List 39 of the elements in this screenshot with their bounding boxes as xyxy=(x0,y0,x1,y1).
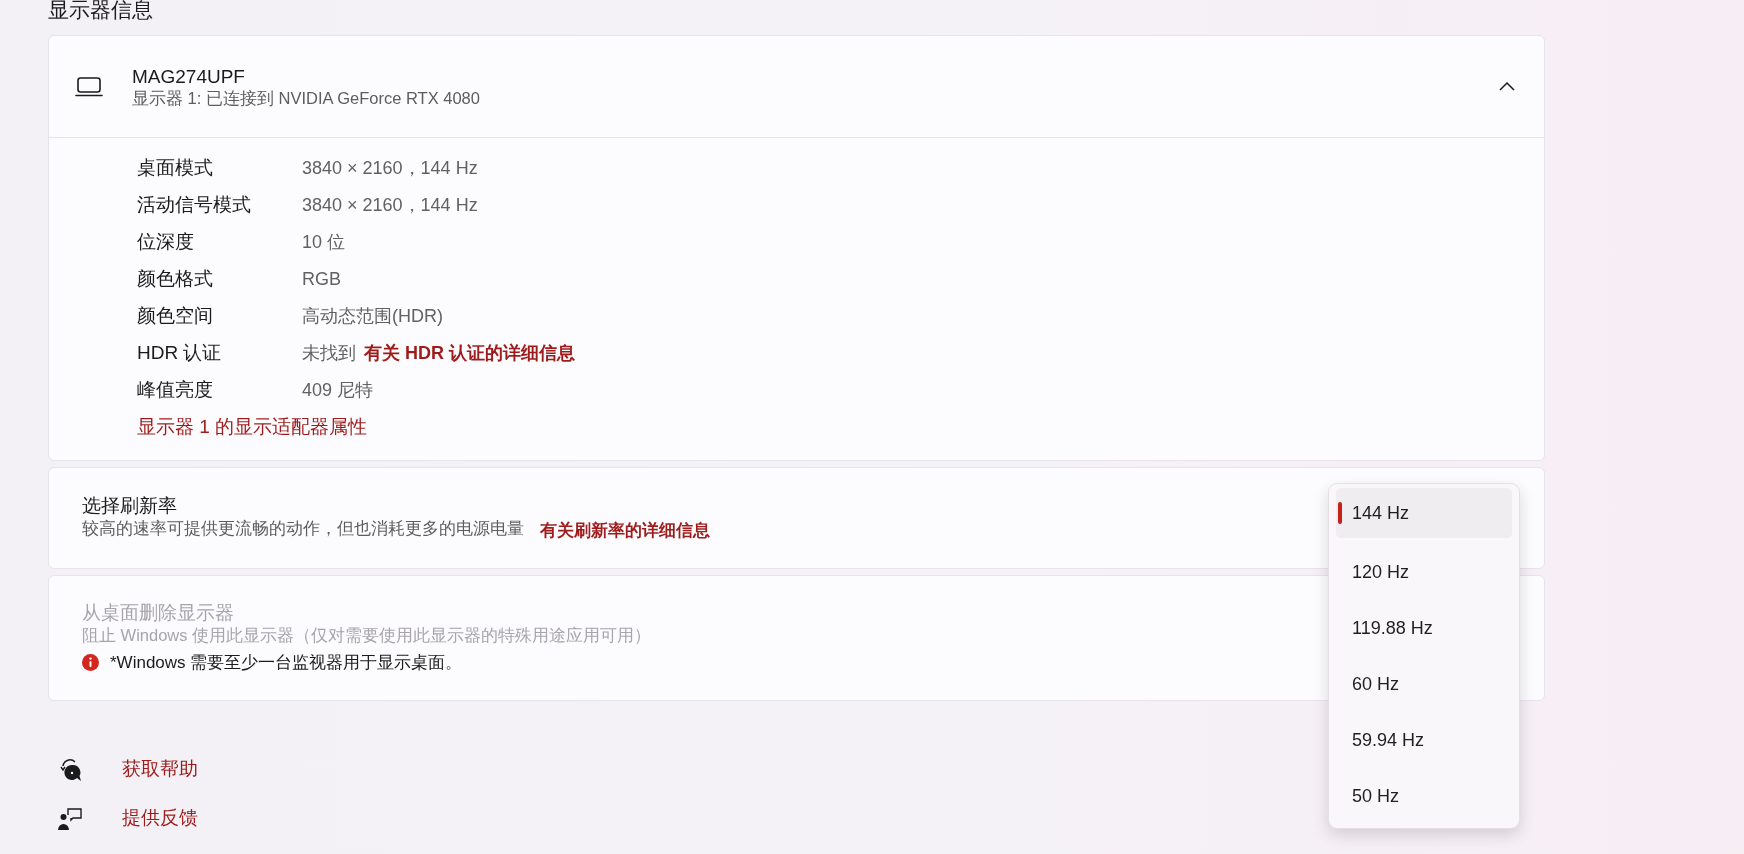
adapter-properties-link[interactable]: 显示器 1 的显示适配器属性 xyxy=(137,413,368,442)
selection-indicator xyxy=(1338,502,1342,524)
error-icon xyxy=(82,654,99,671)
get-help-link[interactable]: 获取帮助 xyxy=(122,755,198,784)
details-link[interactable]: 有关 HDR 认证的详细信息 xyxy=(364,340,575,367)
details-link[interactable]: 有关刷新率的详细信息 xyxy=(540,517,710,543)
help-icon xyxy=(58,757,82,782)
warning-text: *Windows 需要至少一台监视器用于显示桌面。 xyxy=(110,651,463,674)
dropdown-option[interactable]: 59.94 Hz xyxy=(1336,712,1512,768)
property-label: 峰值亮度 xyxy=(137,378,214,403)
property-value: 未找到 xyxy=(302,342,356,365)
property-value: 3840 × 2160，144 Hz xyxy=(302,194,478,217)
property-value: 高动态范围(HDR) xyxy=(302,305,443,328)
setting-description: 阻止 Windows 使用此显示器（仅对需要使用此显示器的特殊用途应用可用） xyxy=(82,624,652,646)
section-title: 显示器信息 xyxy=(48,0,154,23)
property-label: 桌面模式 xyxy=(137,156,214,181)
feedback-icon xyxy=(58,806,82,831)
property-value: 409 尼特 xyxy=(302,379,374,402)
dropdown-option[interactable]: 120 Hz xyxy=(1336,544,1512,600)
monitor-name: MAG274UPF xyxy=(132,64,246,88)
setting-description: 较高的速率可提供更流畅的动作，但也消耗更多的电源电量 xyxy=(82,517,524,539)
dropdown-option[interactable]: 144 Hz xyxy=(1336,488,1512,538)
monitor-subtitle: 显示器 1: 已连接到 NVIDIA GeForce RTX 4080 xyxy=(132,87,480,109)
property-label: 颜色空间 xyxy=(137,304,214,329)
laptop-icon xyxy=(75,76,103,97)
property-label: HDR 认证 xyxy=(137,341,223,366)
property-label: 位深度 xyxy=(137,230,195,255)
setting-title: 选择刷新率 xyxy=(82,493,177,518)
setting-title: 从桌面删除显示器 xyxy=(82,600,234,625)
dropdown-option[interactable]: 60 Hz xyxy=(1336,656,1512,712)
feedback-link[interactable]: 提供反馈 xyxy=(122,804,198,833)
dropdown-option[interactable]: 50 Hz xyxy=(1336,768,1512,824)
dropdown-option[interactable]: 119.88 Hz xyxy=(1336,600,1512,656)
property-label: 活动信号模式 xyxy=(137,193,252,218)
property-value: 10 位 xyxy=(302,231,346,254)
property-value: RGB xyxy=(302,268,341,291)
property-label: 颜色格式 xyxy=(137,267,214,292)
property-value: 3840 × 2160，144 Hz xyxy=(302,157,478,180)
chevron-button[interactable] xyxy=(1498,80,1516,93)
